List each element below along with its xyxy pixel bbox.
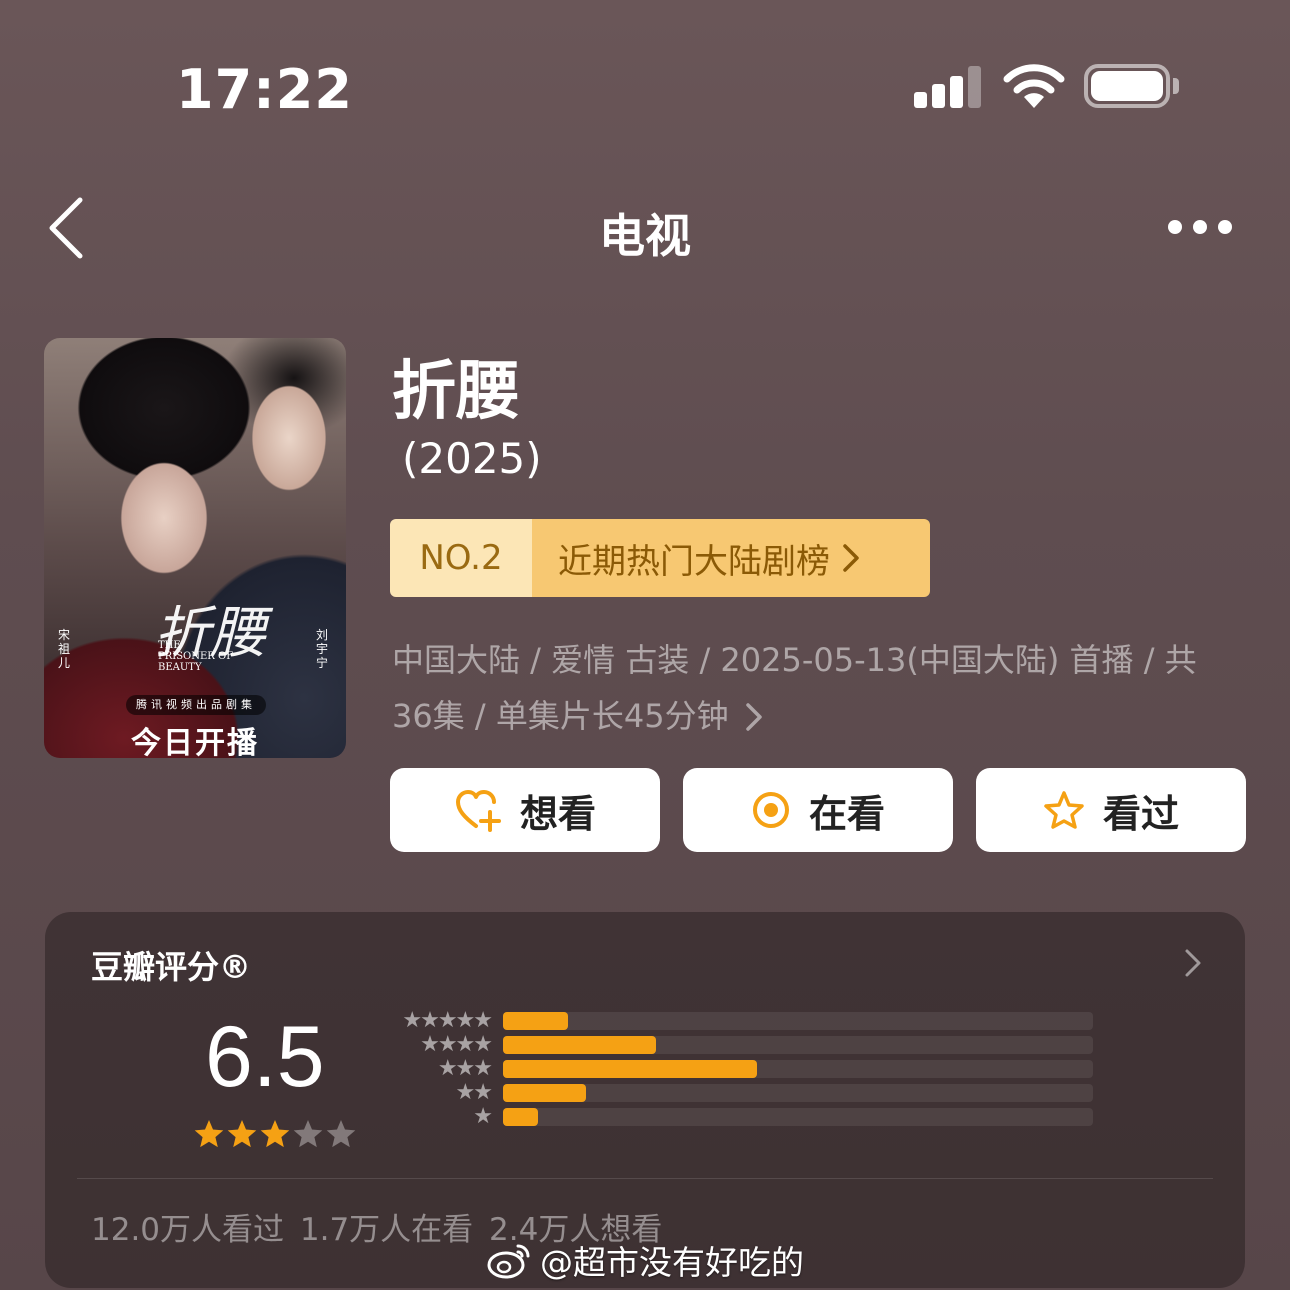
- rating-bar: [503, 1084, 586, 1102]
- show-metadata[interactable]: 中国大陆 / 爱情 古装 / 2025-05-13(中国大陆) 首播 / 共36…: [392, 632, 1232, 744]
- rating-row-stars: ★: [473, 1104, 493, 1129]
- rating-source-title: 豆瓣评分®: [91, 948, 252, 986]
- star-filled-icon: [227, 1120, 257, 1148]
- heart-plus-icon: [455, 790, 501, 832]
- rating-card[interactable]: 豆瓣评分® 6.5 ★★★★★ ★★★★ ★★★ ★★ ★ 12.0万人看过 1.7万人…: [45, 912, 1245, 1288]
- watermark-text: @超市没有好吃的: [540, 1243, 804, 1282]
- rating-bar-track: [503, 1084, 1093, 1102]
- watermark: @超市没有好吃的: [486, 1236, 804, 1284]
- rating-bar-track: [503, 1108, 1093, 1126]
- watched-button[interactable]: 看过: [976, 768, 1246, 852]
- rating-row-stars: ★★★★★: [402, 1008, 493, 1033]
- poster-producer-badge: 腾讯视频出品剧集: [126, 695, 266, 715]
- star-empty-icon: [326, 1120, 356, 1148]
- rating-bar: [503, 1060, 757, 1078]
- rating-stars: [194, 1120, 356, 1148]
- show-year: (2025): [402, 434, 542, 483]
- watching-button[interactable]: 在看: [683, 768, 953, 852]
- rating-row: ★★★: [383, 1056, 1103, 1081]
- rating-bar: [503, 1012, 568, 1030]
- star-filled-icon: [260, 1120, 290, 1148]
- rating-row: ★★: [383, 1080, 1103, 1105]
- rating-row-stars: ★★: [455, 1080, 493, 1105]
- rating-distribution: ★★★★★ ★★★★ ★★★ ★★ ★: [383, 1008, 1103, 1142]
- watched-label: 看过: [1102, 791, 1179, 836]
- watching-label: 在看: [808, 791, 885, 836]
- poster-actor-right: 刘宇宁: [316, 628, 329, 670]
- divider: [77, 1178, 1213, 1179]
- chevron-right-icon: [746, 703, 762, 731]
- star-outline-icon: [1044, 791, 1084, 829]
- star-empty-icon: [293, 1120, 323, 1148]
- chevron-right-icon[interactable]: [1183, 948, 1203, 978]
- poster-english-title: THE PRISONER OF BEAUTY: [158, 640, 234, 673]
- rating-bar: [503, 1036, 657, 1054]
- rating-bar-track: [503, 1036, 1093, 1054]
- show-title: 折腰: [392, 355, 520, 429]
- rating-row: ★★★★★: [383, 1008, 1103, 1033]
- battery-icon: [1084, 64, 1179, 108]
- weibo-icon: [487, 1244, 530, 1279]
- rank-number: NO.2: [390, 519, 532, 597]
- show-meta-text: 中国大陆 / 爱情 古装 / 2025-05-13(中国大陆) 首播 / 共36…: [392, 641, 1197, 735]
- rating-row: ★: [383, 1104, 1103, 1129]
- want-to-watch-button[interactable]: 想看: [390, 768, 660, 852]
- more-options-icon[interactable]: [1166, 218, 1234, 238]
- rating-bar: [503, 1108, 539, 1126]
- rating-score: 6.5: [205, 1009, 325, 1105]
- rating-row: ★★★★: [383, 1032, 1103, 1057]
- status-time: 17:22: [176, 58, 353, 121]
- poster-premiere-text: 今日开播: [131, 726, 259, 758]
- rating-bar-track: [503, 1012, 1093, 1030]
- wifi-icon: [1003, 64, 1065, 108]
- cellular-signal-icon: [914, 66, 984, 108]
- want-to-watch-label: 想看: [519, 791, 596, 836]
- chevron-right-icon: [843, 544, 859, 572]
- page-title: 电视: [599, 209, 691, 263]
- target-circle-icon: [752, 792, 789, 828]
- rating-row-stars: ★★★★: [420, 1032, 493, 1057]
- rank-list-name: 近期热门大陆剧榜: [558, 541, 830, 582]
- star-filled-icon: [194, 1120, 224, 1148]
- poster-actor-left: 宋祖儿: [58, 628, 71, 670]
- ranking-badge[interactable]: NO.2 近期热门大陆剧榜: [390, 519, 930, 597]
- rating-row-stars: ★★★: [437, 1056, 493, 1081]
- show-poster[interactable]: 宋祖儿 折腰 THE PRISONER OF BEAUTY 刘宇宁 腾讯视频出品…: [44, 338, 346, 758]
- rating-bar-track: [503, 1060, 1093, 1078]
